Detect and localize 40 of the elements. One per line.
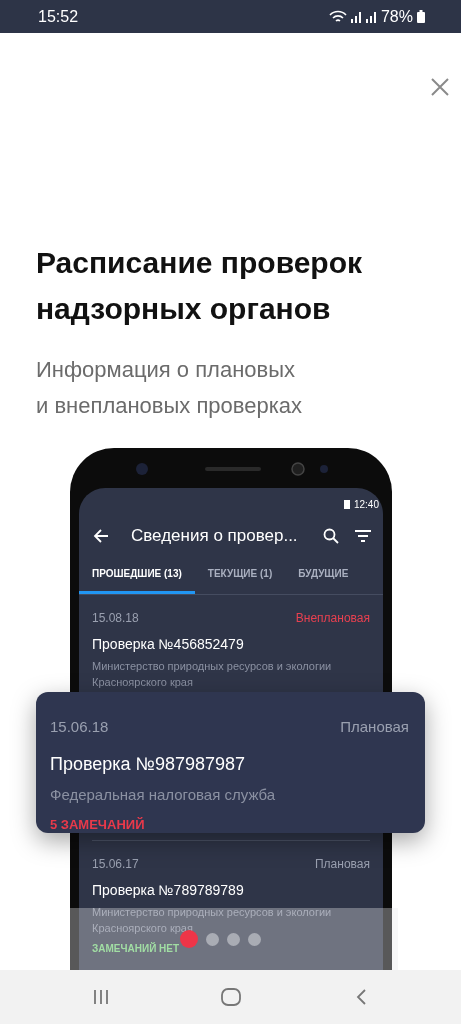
close-icon [431,78,449,96]
item-remarks: ЗАМЕЧАНИЙ НЕТ [92,941,180,956]
card-date: 15.06.18 [50,717,109,737]
screen-title: Расписание проверок надзорных органов [36,245,364,327]
battery-icon [343,499,350,509]
search-icon [323,528,339,544]
tab[interactable]: БУДУЩИЕ [285,566,362,594]
item-title: Проверка №456852479 [92,635,245,654]
status-time: 15:52 [38,6,79,27]
item-title: Проверка №789789789 [92,881,245,900]
home-icon [221,988,241,1006]
signal-icon [365,10,377,23]
back-arrow-icon [93,529,109,543]
recent-apps-button[interactable] [93,989,109,1005]
tab[interactable]: ПРОШЕДШИЕ (13) [79,566,195,594]
tab[interactable]: ТЕКУЩИЕ (1) [194,566,286,594]
item-date: 15.08.18 [92,610,139,627]
app-title: Сведения о провер... [131,525,298,548]
battery-icon [417,10,425,23]
card-remarks: 5 ЗАМЕЧАНИЙ [50,816,146,834]
filter-button[interactable] [355,530,371,542]
screen-subtitle: Информация о плановых и внеплановых проверках [36,356,304,420]
search-button[interactable] [323,528,339,544]
wifi-icon [328,9,347,24]
recent-apps-icon [93,989,109,1005]
item-type: Плановая [315,856,370,873]
status-time: 12:40 [353,497,379,512]
back-icon [356,989,366,1005]
home-button[interactable] [221,988,241,1006]
card-title: Проверка №987987987 [50,752,247,776]
signal-icon [350,10,362,23]
item-date: 15.06.17 [92,856,139,873]
card-type: Плановая [340,717,409,737]
filter-icon [355,530,371,542]
battery-percent: 78% [380,6,413,27]
card-organization: Федеральная налоговая служба [50,784,277,805]
inspection-card[interactable]: 15.06.18 Плановая Проверка №987987987 Федеральная налоговая служба 5 ЗАМЕЧАНИЙ [36,692,425,833]
item-type: Внеплановая [295,610,370,627]
item-organization: Министерство природных ресурсов и экологии Красноярского края [92,659,333,690]
close-button[interactable] [431,78,449,96]
